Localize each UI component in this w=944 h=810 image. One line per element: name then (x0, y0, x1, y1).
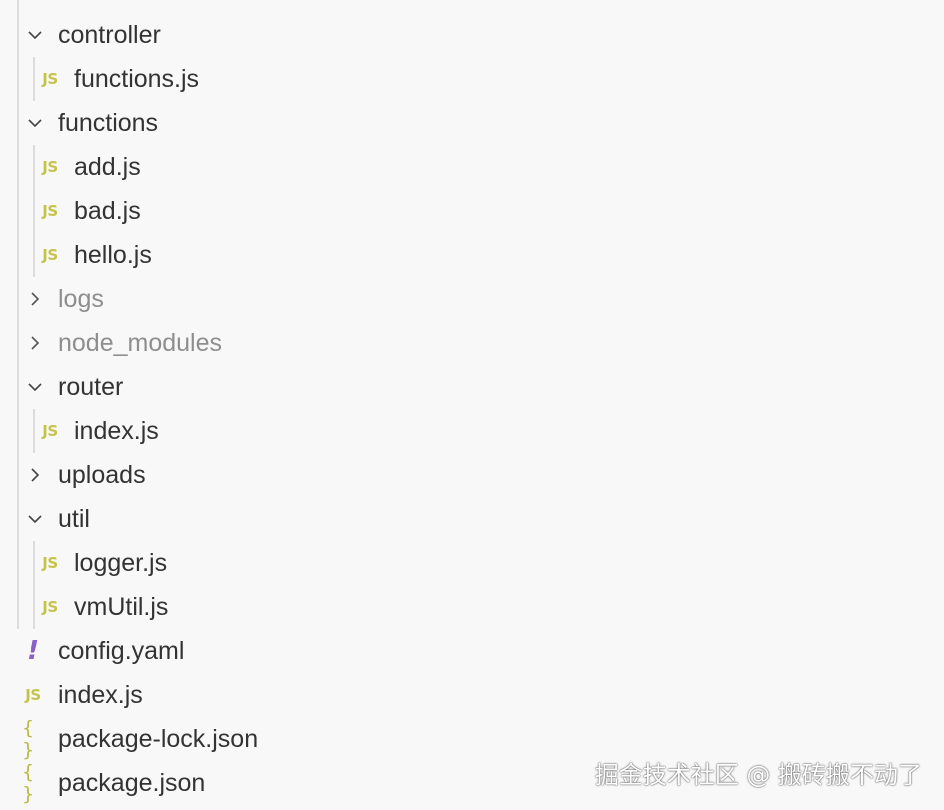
js-file-icon: JS (42, 70, 58, 88)
indent-guide (17, 409, 19, 453)
folder-controller[interactable]: controller (0, 13, 944, 57)
file-bad-js[interactable]: JS bad.js (0, 189, 944, 233)
file-label: package-lock.json (58, 724, 259, 753)
folder-label: uploads (58, 460, 146, 489)
indent-guide (17, 497, 19, 541)
indent-guide (33, 233, 35, 277)
indent-guide (33, 145, 35, 189)
folder-label: logs (58, 284, 104, 313)
indent-guide (17, 189, 19, 233)
tree-top-edge (0, 0, 944, 13)
folder-uploads[interactable]: uploads (0, 453, 944, 497)
file-label: index.js (58, 680, 143, 709)
folder-label: util (58, 504, 90, 533)
indent-guide (17, 57, 19, 101)
indent-guide (33, 57, 35, 101)
indent-guide (17, 365, 19, 409)
yaml-file-icon: ! (27, 636, 39, 666)
chevron-down-icon[interactable] (24, 376, 46, 398)
file-label: package.json (58, 768, 206, 797)
chevron-down-icon[interactable] (24, 508, 46, 530)
file-label: config.yaml (58, 636, 185, 665)
json-file-icon: { } (22, 761, 36, 805)
file-vmutil-js[interactable]: JS vmUtil.js (0, 585, 944, 629)
indent-guide (33, 541, 35, 585)
js-file-icon: JS (42, 158, 58, 176)
folder-label: functions (58, 108, 159, 137)
file-label: functions.js (74, 64, 200, 93)
folder-label: router (58, 372, 124, 401)
js-file-icon: JS (42, 422, 58, 440)
file-hello-js[interactable]: JS hello.js (0, 233, 944, 277)
js-file-icon: JS (42, 554, 58, 572)
js-file-icon: JS (42, 598, 58, 616)
indent-guide (17, 0, 19, 13)
folder-node-modules[interactable]: node_modules (0, 321, 944, 365)
indent-guide (17, 541, 19, 585)
indent-guide (17, 585, 19, 629)
file-logger-js[interactable]: JS logger.js (0, 541, 944, 585)
folder-label: node_modules (58, 328, 223, 357)
file-label: hello.js (74, 240, 152, 269)
file-label: add.js (74, 152, 141, 181)
file-label: logger.js (74, 548, 168, 577)
chevron-right-icon[interactable] (24, 288, 46, 310)
folder-logs[interactable]: logs (0, 277, 944, 321)
indent-guide (33, 189, 35, 233)
folder-router[interactable]: router (0, 365, 944, 409)
file-label: bad.js (74, 196, 141, 225)
json-file-icon: { } (22, 717, 36, 761)
js-file-icon: JS (42, 202, 58, 220)
file-controller-functions-js[interactable]: JS functions.js (0, 57, 944, 101)
folder-util[interactable]: util (0, 497, 944, 541)
indent-guide (17, 321, 19, 365)
file-label: index.js (74, 416, 159, 445)
file-router-index-js[interactable]: JS index.js (0, 409, 944, 453)
js-file-icon: JS (25, 686, 41, 704)
indent-guide (33, 585, 35, 629)
file-label: vmUtil.js (74, 592, 169, 621)
js-file-icon: JS (42, 246, 58, 264)
chevron-right-icon[interactable] (24, 464, 46, 486)
file-add-js[interactable]: JS add.js (0, 145, 944, 189)
folder-functions[interactable]: functions (0, 101, 944, 145)
chevron-right-icon[interactable] (24, 332, 46, 354)
indent-guide (17, 13, 19, 57)
indent-guide (17, 101, 19, 145)
indent-guide (17, 453, 19, 497)
file-explorer-tree: controller JS functions.js functions JS … (0, 13, 944, 805)
file-index-js[interactable]: JS index.js (0, 673, 944, 717)
chevron-down-icon[interactable] (24, 24, 46, 46)
indent-guide (33, 409, 35, 453)
indent-guide (17, 233, 19, 277)
watermark-text: 掘金技术社区 @ 搬砖搬不动了 (594, 761, 922, 789)
chevron-down-icon[interactable] (24, 112, 46, 134)
indent-guide (17, 145, 19, 189)
file-config-yaml[interactable]: ! config.yaml (0, 629, 944, 673)
folder-label: controller (58, 20, 161, 49)
indent-guide (17, 277, 19, 321)
